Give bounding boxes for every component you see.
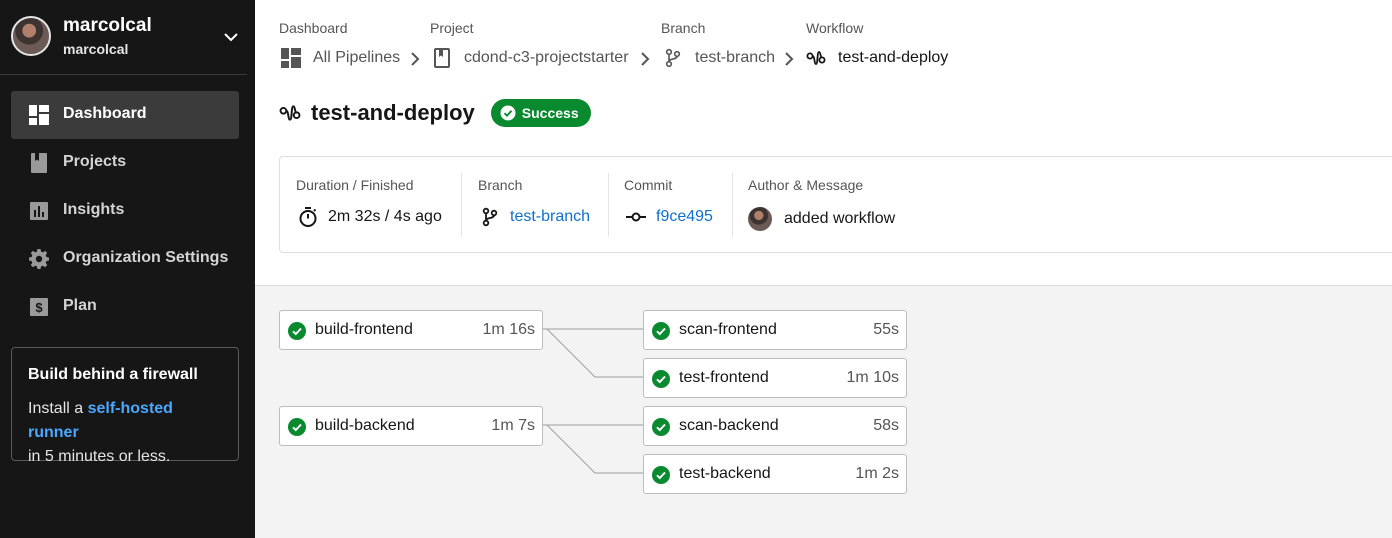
commit-message: added workflow	[784, 210, 896, 227]
sidebar-item-organization-settings[interactable]: Organization Settings	[11, 235, 239, 283]
breadcrumb-label: test-branch	[695, 49, 776, 66]
chevron-right-icon	[641, 52, 650, 66]
author-value-row: added workflow	[748, 207, 895, 231]
check-circle-icon	[500, 105, 516, 121]
job-name: test-backend	[679, 465, 771, 482]
success-icon	[652, 418, 670, 436]
bookmark-icon	[434, 48, 450, 68]
breadcrumb-branch[interactable]: test-branch	[663, 48, 775, 68]
branch-icon	[482, 207, 498, 227]
workflow-info-card: Duration / Finished 2m 32s / 4s ago Bran…	[279, 156, 1392, 253]
success-icon	[652, 466, 670, 484]
stopwatch-icon	[299, 207, 317, 227]
breadcrumb-label: cdond-c3-projectstarter	[464, 49, 629, 66]
commit-icon	[626, 212, 646, 222]
success-icon	[652, 370, 670, 388]
commit-link[interactable]: f9ce495	[656, 208, 713, 226]
dollar-icon: $	[30, 298, 48, 316]
status-badge: Success	[490, 99, 591, 127]
avatar	[11, 16, 51, 56]
sidebar-item-plan[interactable]: $ Plan	[11, 283, 239, 331]
breadcrumb-all-pipelines[interactable]: All Pipelines	[281, 48, 400, 68]
sidebar-item-insights[interactable]: Insights	[11, 187, 239, 235]
org-name: marcolcal	[63, 15, 152, 36]
insights-icon	[30, 202, 48, 220]
job-build-frontend[interactable]: build-frontend 1m 16s	[279, 310, 543, 350]
job-name: build-frontend	[315, 321, 413, 338]
workflow-icon	[806, 51, 826, 65]
duration-caption: Duration / Finished	[296, 177, 414, 193]
job-duration: 1m 16s	[482, 321, 535, 338]
breadcrumb-caption-workflow: Workflow	[806, 20, 864, 36]
job-name: scan-frontend	[679, 321, 777, 338]
branch-value-row: test-branch	[480, 207, 590, 227]
sidebar-item-label: Organization Settings	[63, 249, 229, 266]
workflow-header: Dashboard All Pipelines Project cdond-c3…	[255, 0, 1392, 286]
success-icon	[288, 322, 306, 340]
commit-value-row: f9ce495	[626, 207, 713, 227]
branch-icon	[665, 48, 681, 68]
org-switcher[interactable]: marcolcal marcolcal	[0, 0, 247, 75]
sidebar-item-label: Dashboard	[63, 105, 147, 122]
job-duration: 1m 10s	[846, 369, 899, 386]
job-test-backend[interactable]: test-backend 1m 2s	[643, 454, 907, 494]
success-icon	[288, 418, 306, 436]
job-test-frontend[interactable]: test-frontend 1m 10s	[643, 358, 907, 398]
breadcrumb-caption-dashboard: Dashboard	[279, 20, 348, 36]
job-build-backend[interactable]: build-backend 1m 7s	[279, 406, 543, 446]
sidebar-item-label: Insights	[63, 201, 125, 218]
branch-link[interactable]: test-branch	[510, 208, 590, 226]
promo-text: Install a self-hosted runner in 5 minutes…	[28, 397, 222, 469]
divider	[608, 173, 609, 237]
duration-value: 2m 32s / 4s ago	[328, 208, 442, 225]
status-label: Success	[521, 105, 579, 121]
divider	[461, 173, 462, 237]
divider	[732, 173, 733, 237]
job-duration: 58s	[873, 417, 899, 434]
job-duration: 1m 7s	[491, 417, 535, 434]
sidebar-item-dashboard[interactable]: Dashboard	[11, 91, 239, 139]
job-duration: 1m 2s	[855, 465, 899, 482]
breadcrumb-project[interactable]: cdond-c3-projectstarter	[432, 48, 629, 68]
job-scan-backend[interactable]: scan-backend 58s	[643, 406, 907, 446]
duration-value-row: 2m 32s / 4s ago	[298, 207, 442, 227]
workflow-title-row: test-and-deploy Success	[279, 99, 591, 127]
promo-title: Build behind a firewall	[28, 366, 198, 383]
sidebar: marcolcal marcolcal Dashboard Projects I…	[0, 0, 255, 538]
commit-caption: Commit	[624, 177, 673, 193]
job-name: test-frontend	[679, 369, 769, 386]
promo-card: Build behind a firewall Install a self-h…	[11, 347, 239, 465]
breadcrumb-label: test-and-deploy	[838, 49, 949, 66]
bookmark-icon	[31, 153, 47, 173]
job-scan-frontend[interactable]: scan-frontend 55s	[643, 310, 907, 350]
success-icon	[652, 322, 670, 340]
chevron-down-icon[interactable]	[222, 28, 240, 46]
gear-icon	[29, 249, 49, 269]
page-title: test-and-deploy	[311, 100, 475, 125]
workflow-icon	[279, 105, 301, 121]
sidebar-item-label: Plan	[63, 297, 97, 314]
org-username: marcolcal	[63, 41, 129, 57]
breadcrumb-caption-project: Project	[430, 20, 474, 36]
breadcrumb-label: All Pipelines	[313, 49, 401, 66]
svg-text:$: $	[35, 300, 43, 315]
promo-text-after: in 5 minutes or less.	[28, 448, 171, 465]
breadcrumb-workflow[interactable]: test-and-deploy	[806, 48, 948, 68]
dashboard-icon	[281, 48, 301, 68]
branch-caption: Branch	[478, 177, 523, 193]
job-duration: 55s	[873, 321, 899, 338]
sidebar-item-projects[interactable]: Projects	[11, 139, 239, 187]
pipeline-graph: build-frontend 1m 16s scan-frontend 55s …	[255, 287, 1392, 538]
author-caption: Author & Message	[748, 177, 864, 193]
job-name: scan-backend	[679, 417, 779, 434]
avatar	[748, 207, 772, 231]
chevron-right-icon	[785, 52, 794, 66]
sidebar-item-label: Projects	[63, 153, 127, 170]
promo-text-before: Install a	[28, 400, 88, 417]
breadcrumb-caption-branch: Branch	[661, 20, 706, 36]
job-name: build-backend	[315, 417, 415, 434]
dashboard-icon	[29, 105, 49, 125]
chevron-right-icon	[411, 52, 420, 66]
